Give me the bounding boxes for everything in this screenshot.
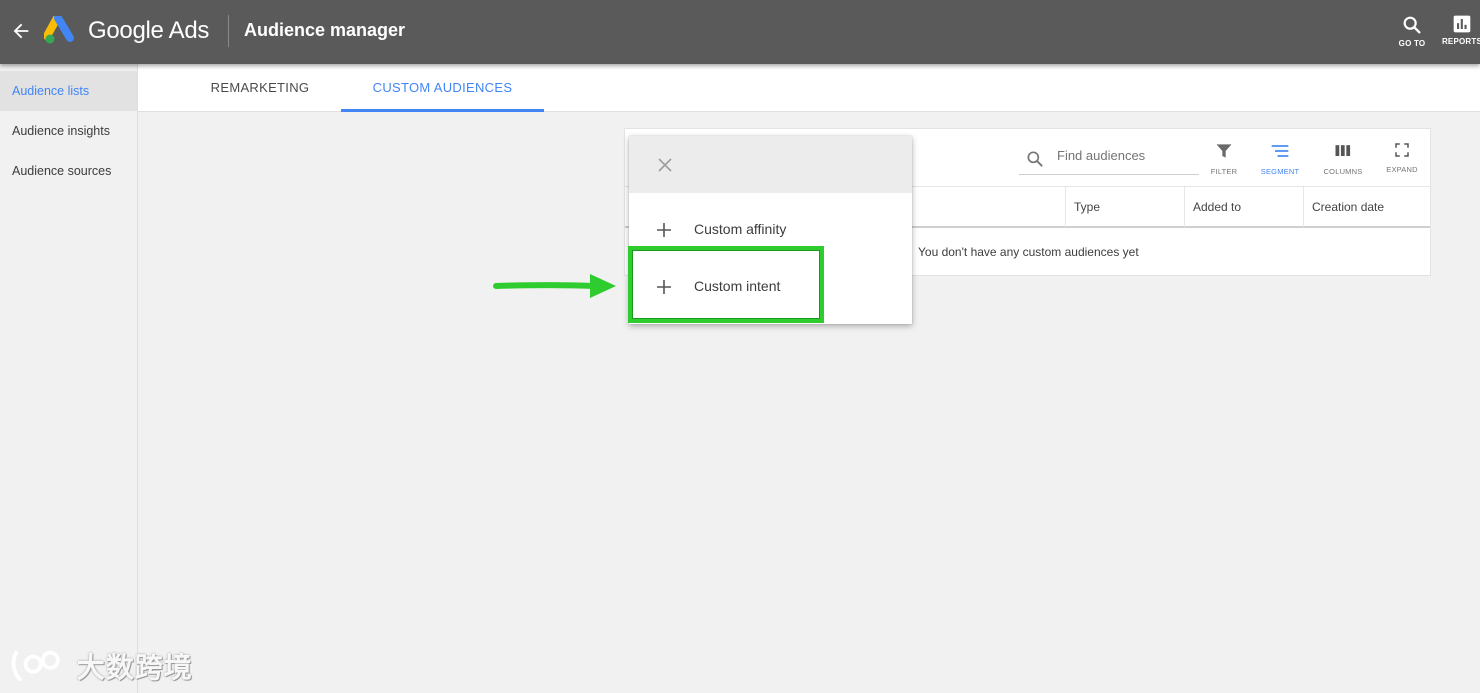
column-header-added-to[interactable]: Added to [1184,187,1303,227]
columns-label: COLUMNS [1323,167,1363,176]
back-arrow-icon[interactable] [10,20,32,42]
plus-icon [657,223,671,237]
find-audiences-input[interactable] [1057,148,1197,163]
reports-icon [1453,15,1471,33]
header-divider [228,15,229,47]
segment-icon [1271,145,1289,157]
expand-button[interactable]: EXPAND [1380,141,1424,174]
tab-bar: REMARKETING CUSTOM AUDIENCES [138,64,1480,112]
filter-button[interactable]: FILTER [1202,141,1246,176]
goto-button[interactable]: GO TO [1390,14,1434,54]
annotation-arrow-icon [493,274,616,298]
product-name: Google Ads [88,17,210,44]
page-title: Audience manager [244,20,406,40]
empty-state-message: You don't have any custom audiences yet [918,245,1139,259]
custom-affinity-label: Custom affinity [694,221,787,237]
close-icon[interactable] [656,156,674,174]
expand-label: EXPAND [1386,165,1418,174]
sidebar: Audience lists Audience insights Audienc… [0,64,138,693]
tab-custom-audiences[interactable]: CUSTOM AUDIENCES [341,64,544,112]
filter-label: FILTER [1210,167,1238,176]
watermark-logo-icon [11,650,60,682]
search-icon [1027,151,1043,167]
search-underline [1019,174,1199,175]
segment-label: SEGMENT [1260,167,1300,176]
reports-label: REPORTS [1441,37,1480,46]
top-app-bar: Google Ads Audience manager GO TO REPORT… [0,0,1480,64]
menu-header [629,136,912,193]
watermark-text: 大数跨境 [76,652,193,683]
goto-label: GO TO [1398,39,1426,48]
google-ads-logo-icon[interactable] [44,16,76,46]
annotation-highlight-box [628,246,824,323]
expand-icon [1395,143,1409,157]
segment-button[interactable]: SEGMENT [1258,141,1302,176]
column-header-type[interactable]: Type [1065,187,1184,227]
sidebar-item-audience-sources[interactable]: Audience sources [0,151,137,191]
sidebar-item-audience-insights[interactable]: Audience insights [0,111,137,151]
reports-button[interactable]: REPORTS [1440,14,1480,54]
sidebar-item-audience-lists[interactable]: Audience lists [0,71,137,111]
tab-remarketing[interactable]: REMARKETING [188,64,332,112]
columns-icon [1335,145,1351,156]
watermark: 大数跨境 [10,646,193,686]
filter-icon [1216,144,1232,158]
columns-button[interactable]: COLUMNS [1321,141,1365,176]
search-icon [1403,16,1421,34]
column-header-creation-date[interactable]: Creation date [1303,187,1430,227]
